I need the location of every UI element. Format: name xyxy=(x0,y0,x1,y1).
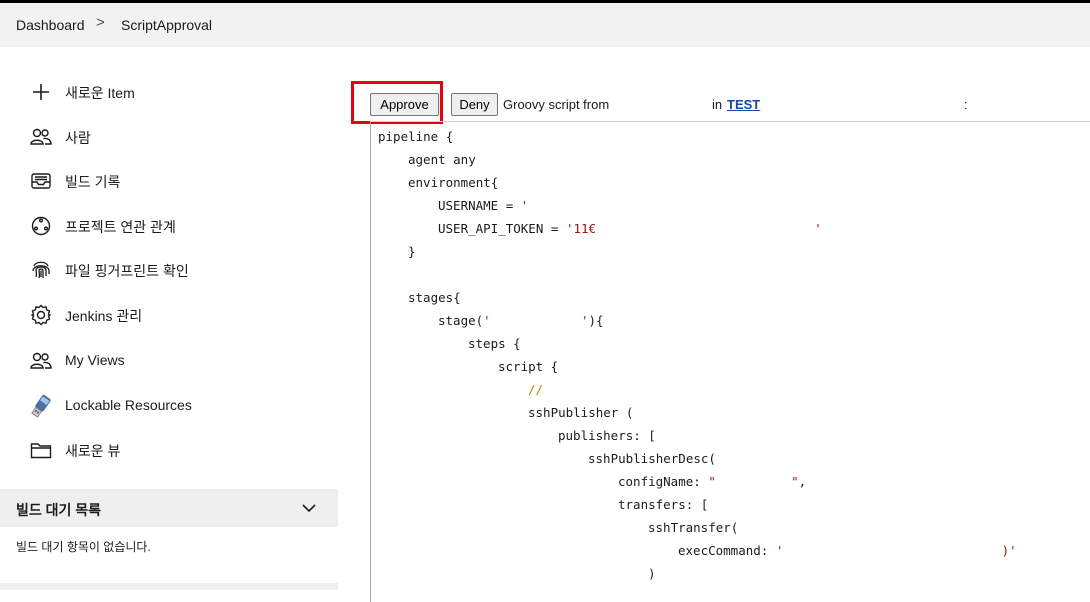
code-line: sshPublisher ( xyxy=(528,405,633,420)
code-line: agent any xyxy=(408,152,476,167)
code-token: execCommand: xyxy=(678,543,776,558)
code-token: sshTransfer( xyxy=(648,520,739,535)
code-token: sshPublisher ( xyxy=(528,405,634,420)
code-token: ) xyxy=(648,566,656,581)
code-token: // xyxy=(528,382,544,397)
sidebar-item-manage-jenkins[interactable]: Jenkins 관리 xyxy=(28,300,328,330)
usb-drive-icon xyxy=(28,393,54,419)
sidebar-item-label: 파일 핑거프린트 확인 xyxy=(65,263,189,279)
breadcrumb-separator: > xyxy=(96,14,105,31)
code-token: stages{ xyxy=(408,290,461,305)
code-token: " " xyxy=(708,474,799,489)
executor-panel-header xyxy=(0,583,338,590)
approve-button[interactable]: Approve xyxy=(370,93,439,116)
people-icon xyxy=(28,348,54,374)
code-token: configName: xyxy=(618,474,709,489)
people-icon xyxy=(28,124,54,150)
sidebar-item-label: 프로젝트 연관 관계 xyxy=(65,219,176,235)
code-line: publishers: [ xyxy=(558,428,656,443)
gear-icon xyxy=(28,302,54,328)
code-token: ' xyxy=(814,221,822,236)
code-line: stage(' '){ xyxy=(438,313,604,328)
code-line: pipeline { xyxy=(378,129,453,144)
sidebar-item-label: Lockable Resources xyxy=(65,397,192,413)
code-line: } xyxy=(408,244,416,259)
breadcrumb: Dashboard > ScriptApproval xyxy=(0,3,1090,47)
plus-icon xyxy=(28,79,54,105)
breadcrumb-dashboard[interactable]: Dashboard xyxy=(16,17,85,33)
job-link[interactable]: TEST xyxy=(727,97,760,112)
sidebar-item-label: 빌드 기록 xyxy=(65,174,121,190)
code-line: // xyxy=(528,382,543,397)
code-token: ' ' xyxy=(483,313,589,328)
code-token: publishers: [ xyxy=(558,428,656,443)
code-line: configName: " ", xyxy=(618,474,806,489)
code-token: )' xyxy=(1001,543,1017,558)
code-token: stage( xyxy=(438,313,484,328)
sidebar-item-label: 새로운 뷰 xyxy=(65,443,121,459)
fingerprint-icon xyxy=(28,257,54,283)
deny-button[interactable]: Deny xyxy=(451,93,498,116)
sidebar-item-label: Jenkins 관리 xyxy=(65,308,143,324)
code-token: , xyxy=(798,474,807,489)
code-token: ){ xyxy=(588,313,604,328)
script-source-text: Groovy script from xyxy=(503,97,610,112)
sidebar-item-label: 사람 xyxy=(65,130,91,146)
script-in-text: in xyxy=(712,97,723,112)
code-line: ) xyxy=(648,566,656,581)
code-line: stages{ xyxy=(408,290,461,305)
code-token: USERNAME = xyxy=(438,198,521,213)
code-line: sshTransfer( xyxy=(648,520,738,535)
sidebar-item-label: 새로운 Item xyxy=(65,85,135,101)
code-token: transfers: [ xyxy=(618,497,709,512)
inbox-icon xyxy=(28,168,54,194)
code-token: steps { xyxy=(468,336,521,351)
code-line: execCommand: ' )' xyxy=(678,543,1017,558)
script-code-block: pipeline { agent any environment{ USERNAME … xyxy=(370,121,1090,602)
sidebar-item-label: My Views xyxy=(65,352,125,368)
code-line: transfers: [ xyxy=(618,497,708,512)
code-token: script { xyxy=(498,359,559,374)
code-token: pipeline { xyxy=(378,129,454,144)
code-line: USER_API_TOKEN = '11€ ' xyxy=(438,221,822,236)
build-queue-empty-text: 빌드 대기 항목이 없습니다. xyxy=(16,540,151,554)
sidebar-item-lockable-resources[interactable]: Lockable Resources xyxy=(28,391,328,421)
sidebar-item-build-history[interactable]: 빌드 기록 xyxy=(28,166,328,196)
code-line: environment{ xyxy=(408,175,498,190)
code-line: USERNAME = ' xyxy=(438,198,528,213)
script-colon: : xyxy=(964,97,968,112)
code-token: ' xyxy=(520,198,529,213)
sidebar-item-fingerprint[interactable]: 파일 핑거프린트 확인 xyxy=(28,255,328,285)
sidebar-item-project-relationship[interactable]: 프로젝트 연관 관계 xyxy=(28,211,328,241)
sidebar-item-my-views[interactable]: My Views xyxy=(28,346,328,376)
code-line: steps { xyxy=(468,336,521,351)
chevron-down-icon[interactable] xyxy=(300,501,318,515)
sidebar-item-people[interactable]: 사람 xyxy=(28,122,328,152)
sidebar-item-new-view[interactable]: 새로운 뷰 xyxy=(28,435,328,465)
code-token: environment{ xyxy=(408,175,499,190)
breadcrumb-scriptapproval[interactable]: ScriptApproval xyxy=(121,17,212,33)
build-queue-header[interactable]: 빌드 대기 목록 xyxy=(0,489,338,527)
relationship-icon xyxy=(28,213,54,239)
code-token: } xyxy=(408,244,416,259)
folder-icon xyxy=(28,437,54,463)
code-line: sshPublisherDesc( xyxy=(588,451,716,466)
code-token: '11€ xyxy=(565,221,597,236)
sidebar-item-new-item[interactable]: 새로운 Item xyxy=(28,77,328,107)
code-token: sshPublisherDesc( xyxy=(588,451,716,466)
code-token: USER_API_TOKEN = xyxy=(438,221,566,236)
code-token: agent any xyxy=(408,152,476,167)
build-queue-title: 빌드 대기 목록 xyxy=(16,502,102,518)
code-line: script { xyxy=(498,359,558,374)
